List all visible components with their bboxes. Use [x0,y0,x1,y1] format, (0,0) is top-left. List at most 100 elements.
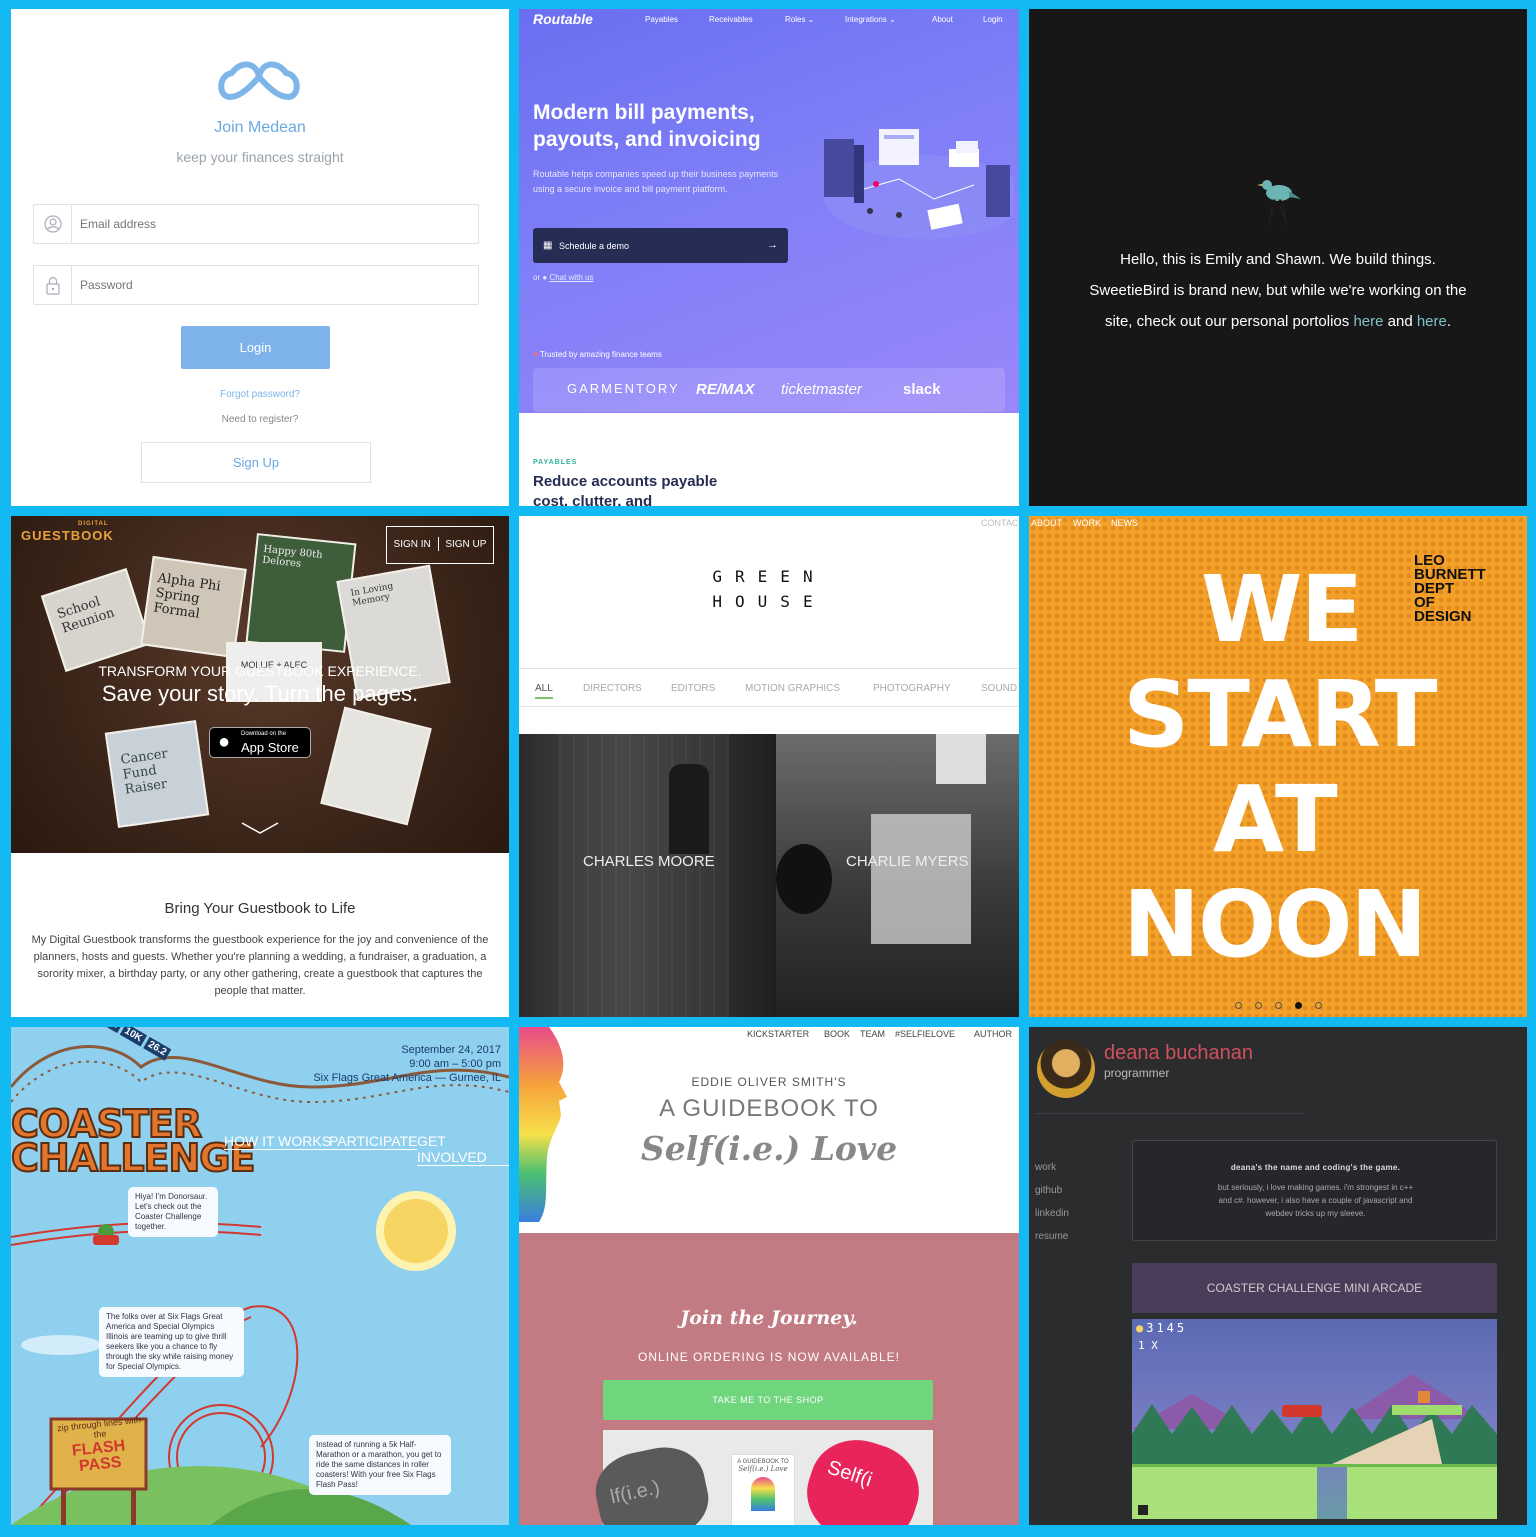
sidebar-link-resume[interactable]: resume [1035,1231,1068,1242]
nav-book[interactable]: BOOK [824,1029,850,1039]
sweetiebird-panel: Hello, this is Emily and Shawn. We build… [1029,9,1527,506]
card-loving-memory: In Loving Memory [336,564,451,700]
director-name-charlie-myers: CHARLIE MYERS [846,853,969,870]
contact-link[interactable]: CONTAC [981,518,1018,528]
arcade-game-canvas[interactable]: ●3145 1 X [1132,1319,1497,1519]
portfolio-link-2[interactable]: here [1417,313,1447,330]
schedule-demo-button[interactable]: ▦ Schedule a demo → [533,228,788,263]
tab-all[interactable]: ALL [535,683,553,699]
signup-button[interactable]: Sign Up [141,442,371,483]
brand-ticketmaster: ticketmaster [781,381,862,398]
carousel-dot-2[interactable] [1255,1002,1262,1009]
director-card-charles-moore[interactable] [519,734,776,1017]
forgot-password-link[interactable]: Forgot password? [11,389,509,400]
email-input[interactable] [80,205,470,243]
section-title-continued: cost, clutter, and [533,493,653,506]
nav-team[interactable]: TEAM [860,1029,885,1039]
ordering-text: ONLINE ORDERING IS NOW AVAILABLE! [638,1350,900,1364]
intro-line-1: Hello, this is Emily and Shawn. We build… [1120,251,1436,268]
coin-icon: ● [1136,1321,1147,1335]
tab-motion-graphics[interactable]: MOTION GRAPHICS [745,683,840,694]
carousel-dot-3[interactable] [1275,1002,1282,1009]
nav-receivables[interactable]: Receivables [709,15,753,24]
and-text: and [1387,313,1413,330]
app-store-button[interactable]: ● Download on the App Store [209,727,311,758]
book-title: A GUIDEBOOK TO [659,1095,879,1122]
tab-editors[interactable]: EDITORS [671,683,715,694]
headline-word-2: START [1123,661,1438,768]
avatar [1037,1040,1095,1098]
sidebar-link-linkedin[interactable]: linkedin [1035,1208,1069,1219]
trusted-caption: ♥ Trusted by amazing finance teams [533,350,662,359]
tab-directors[interactable]: DIRECTORS [583,683,642,694]
guestbook-logo[interactable]: DIGITAL GUESTBOOK [21,521,114,543]
selflove-panel: KICKSTARTER BOOK TEAM #SELFIELOVE AUTHOR… [519,1027,1019,1525]
password-field[interactable] [33,265,479,305]
appstore-small-label: Download on the [241,731,287,737]
nav-roles[interactable]: Roles ⌄ [785,15,814,24]
nav-payables[interactable]: Payables [645,15,678,24]
nav-about[interactable]: ABOUT [1031,518,1062,528]
nav-selfielove[interactable]: #SELFIELOVE [895,1029,955,1039]
section-eyebrow: PAYABLES [533,459,578,466]
password-input[interactable] [80,266,470,304]
flash-pass-speech-bubble: Instead of running a 5k Half-Marathon or… [309,1435,451,1495]
nav-participate[interactable]: PARTICIPATE [329,1133,418,1150]
game-lives: 1 X [1138,1339,1158,1352]
book-title-script: Self(i.e.) Love [640,1129,898,1168]
nav-author[interactable]: AUTHOR [974,1029,1012,1039]
user-icon [34,205,72,243]
game-score: ●3145 [1136,1321,1187,1335]
headline-word-1: WE [1201,556,1363,663]
appstore-label: App Store [241,740,299,755]
nav-integrations[interactable]: Integrations ⌄ [845,15,896,24]
tab-sound[interactable]: SOUND [981,683,1017,694]
nav-get-involved[interactable]: GET INVOLVED [417,1133,509,1166]
card-cancer-fundraiser: Cancer Fund Raiser [104,720,210,828]
shop-button[interactable]: TAKE ME TO THE SHOP [603,1380,933,1420]
coaster-challenge-logo[interactable]: COASTER CHALLENGE [11,1104,256,1178]
logo-line-1[interactable]: GREEN [519,567,1019,586]
hero-headline: Save your story. Turn the pages. [101,681,419,706]
logo-digital-label: DIGITAL [78,521,109,527]
routable-logo[interactable]: Routable [533,11,593,27]
carousel-dot-1[interactable] [1235,1002,1242,1009]
chevron-down-icon[interactable] [241,821,279,835]
email-field[interactable] [33,204,479,244]
book-cover: A GUIDEBOOK TO Self(i.e.) Love [731,1454,795,1525]
bird-logo-icon [1257,180,1301,225]
rainbow-silhouette-illustration [519,1027,567,1222]
guestbook-panel: School Reunion Alpha Phi Spring Formal H… [11,516,509,1017]
routable-panel: Routable Payables Receivables Roles ⌄ In… [519,9,1019,506]
schedule-demo-label: Schedule a demo [559,240,630,251]
sidebar-link-github[interactable]: github [1035,1185,1062,1196]
arcade-header[interactable]: COASTER CHALLENGE MINI ARCADE [1132,1263,1497,1313]
logo-line-2[interactable]: HOUSE [519,592,1019,611]
chat-link[interactable]: Chat with us [549,273,593,282]
carousel-dot-4-active[interactable] [1295,1002,1302,1009]
section-title: Bring Your Guestbook to Life [164,900,356,917]
brand-remax: RE/MAX [696,381,755,398]
tab-photography[interactable]: PHOTOGRAPHY [873,683,951,694]
nav-how-it-works[interactable]: HOW IT WORKS [224,1133,332,1150]
dept-logo[interactable]: LEO BURNETT DEPT OF DESIGN [1414,553,1486,624]
apple-icon: ● [218,731,231,753]
director-card-charlie-myers[interactable] [776,734,1019,1017]
sign-in-link[interactable]: SIGN IN [394,539,431,550]
pillow-pink: Self(i [795,1427,931,1525]
bio-text: but seriously, i love making games. i'm … [1217,1183,1414,1218]
sign-up-link[interactable]: SIGN UP [445,539,486,550]
nav-kickstarter[interactable]: KICKSTARTER [747,1029,809,1039]
greenhouse-panel: CONTAC GREEN HOUSE ALL DIRECTORS EDITORS… [519,516,1019,1017]
chat-bubble-icon: ● [542,273,548,282]
nav-work[interactable]: WORK [1073,518,1101,528]
medean-panel: Join Medean keep your finances straight … [11,9,509,506]
login-button[interactable]: Login [181,326,330,369]
trusted-label: Trusted by amazing finance teams [539,350,662,359]
nav-login[interactable]: Login [983,15,1003,24]
portfolio-link-1[interactable]: here [1353,313,1383,330]
sidebar-link-work[interactable]: work [1035,1162,1056,1173]
nav-news[interactable]: NEWS [1111,518,1138,528]
nav-about[interactable]: About [932,15,953,24]
carousel-dot-5[interactable] [1315,1002,1322,1009]
